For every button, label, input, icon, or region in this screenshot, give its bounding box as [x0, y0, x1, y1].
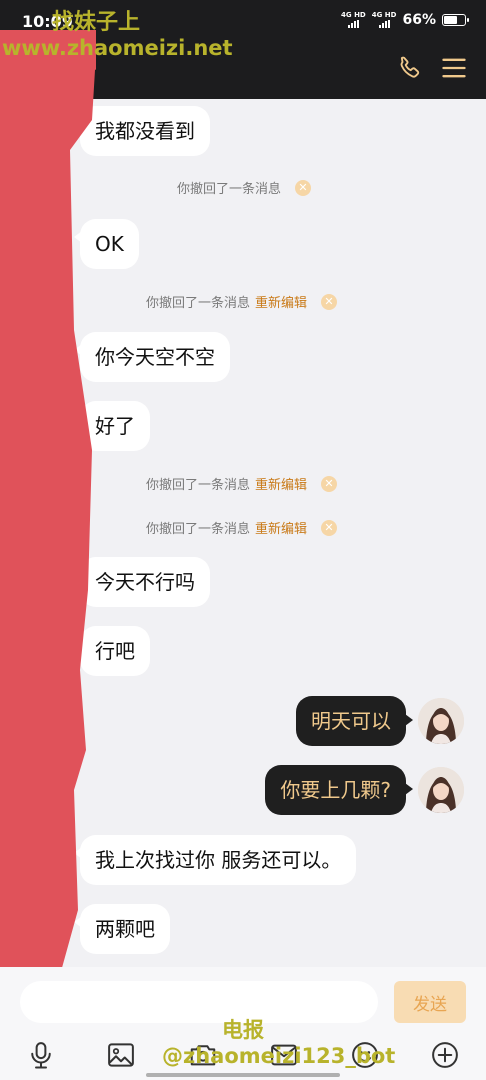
message-bubble-incoming[interactable]: 今天不行吗: [74, 557, 210, 607]
send-button[interactable]: 发送: [394, 981, 466, 1023]
close-icon[interactable]: ✕: [321, 519, 338, 536]
image-icon[interactable]: [106, 1040, 136, 1070]
message-bubble-outgoing[interactable]: 明天可以: [296, 696, 413, 746]
signal-indicator-2: 4G HD: [371, 11, 397, 28]
signal-label-1: 4G HD: [341, 11, 366, 19]
message-bubble-incoming[interactable]: 我都没看到: [74, 106, 210, 156]
recall-notice: 你撤回了一条消息 重新编辑 ✕: [146, 474, 338, 493]
phone-icon[interactable]: [396, 54, 424, 82]
watermark-handle: @zhaomeizi123_bot: [162, 1044, 396, 1068]
re-edit-link[interactable]: 重新编辑: [255, 518, 307, 537]
message-bubble-incoming[interactable]: 你今天空不空: [74, 332, 230, 382]
signal-label-2: 4G HD: [371, 11, 397, 19]
home-indicator[interactable]: [146, 1073, 340, 1077]
watermark-url: www.zhaomeizi.net: [2, 36, 233, 60]
recall-text: 你撤回了一条消息: [146, 522, 251, 537]
status-bar-right: 4G HD 4G HD 66%: [341, 11, 469, 28]
battery-icon: [442, 14, 469, 26]
recall-text: 你撤回了一条消息: [177, 182, 282, 197]
avatar[interactable]: [418, 698, 464, 744]
microphone-icon[interactable]: [26, 1040, 56, 1070]
close-icon[interactable]: ✕: [321, 475, 338, 492]
battery-percent: 66%: [402, 12, 436, 28]
close-icon[interactable]: ✕: [321, 293, 338, 310]
message-bubble-incoming[interactable]: 我上次找过你 服务还可以。: [73, 835, 357, 885]
recall-notice: 你撤回了一条消息 重新编辑 ✕: [146, 292, 338, 311]
recall-notice: 你撤回了一条消息 ✕: [177, 178, 312, 197]
menu-icon[interactable]: [440, 54, 468, 82]
recall-text: 你撤回了一条消息: [146, 296, 251, 311]
recall-notice: 你撤回了一条消息 重新编辑 ✕: [146, 518, 338, 537]
plus-icon[interactable]: [430, 1040, 460, 1070]
re-edit-link[interactable]: 重新编辑: [255, 292, 307, 311]
watermark-text: 电报: [222, 1018, 264, 1042]
close-icon[interactable]: ✕: [295, 179, 312, 196]
message-input[interactable]: [20, 981, 378, 1023]
message-bubble-outgoing[interactable]: 你要上几颗?: [265, 765, 413, 815]
avatar[interactable]: [418, 767, 464, 813]
redaction-overlay: [0, 30, 96, 975]
watermark-text: 找妹子上: [52, 10, 141, 35]
recall-text: 你撤回了一条消息: [146, 478, 251, 493]
signal-indicator-1: 4G HD: [341, 12, 366, 28]
re-edit-link[interactable]: 重新编辑: [255, 474, 307, 493]
